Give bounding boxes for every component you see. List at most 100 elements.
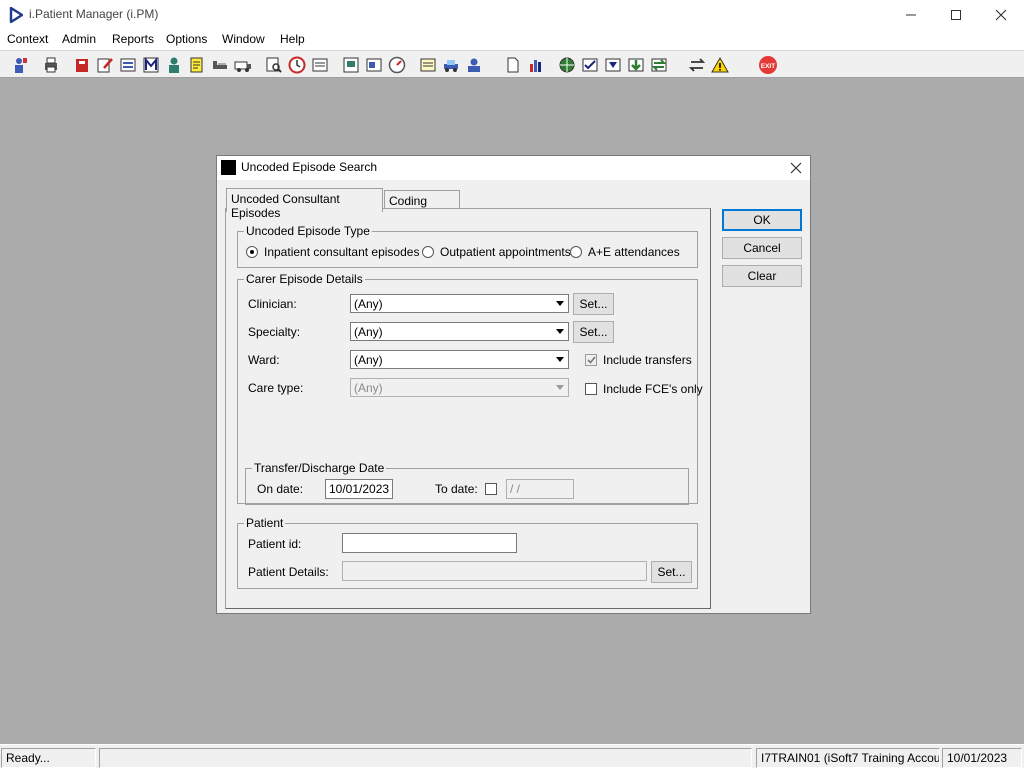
carer-episode-group: Carer Episode Details Clinician: (Any) S… xyxy=(237,272,703,505)
globe-icon xyxy=(559,57,575,73)
radio-outpatient[interactable]: Outpatient appointments xyxy=(422,245,571,259)
radio-ae-label: A+E attendances xyxy=(588,245,680,259)
tab-uncoded-consultant-episodes[interactable]: Uncoded Consultant Episodes xyxy=(226,188,383,220)
include-fce-checkbox[interactable]: Include FCE's only xyxy=(585,382,703,396)
svg-text:EXIT: EXIT xyxy=(761,63,775,70)
checkbox-indicator xyxy=(485,483,497,495)
clear-button[interactable]: Clear xyxy=(722,265,802,287)
toolbar-button[interactable] xyxy=(186,54,208,76)
minimize-button[interactable] xyxy=(888,0,934,30)
bed-icon xyxy=(213,61,227,69)
cancel-button[interactable]: Cancel xyxy=(722,237,802,259)
dialog-titlebar: Uncoded Episode Search xyxy=(217,156,810,180)
patient-set-button[interactable]: Set... xyxy=(651,561,692,583)
tab-panel: Uncoded Episode Type Inpatient consultan… xyxy=(225,208,711,609)
exit-button[interactable]: EXIT xyxy=(757,54,779,76)
episode-type-legend: Uncoded Episode Type xyxy=(244,224,372,238)
clinician-set-button[interactable]: Set... xyxy=(573,293,614,315)
maximize-icon xyxy=(951,10,961,20)
toolbar-button[interactable] xyxy=(263,54,285,76)
toolbar-button[interactable] xyxy=(232,54,254,76)
clinician-combo[interactable]: (Any) xyxy=(350,294,569,313)
swap-icon xyxy=(688,58,706,72)
ward-label: Ward: xyxy=(248,353,280,367)
toolbar-button[interactable] xyxy=(40,54,62,76)
toolbar-button[interactable] xyxy=(602,54,624,76)
chevron-down-icon[interactable] xyxy=(551,379,568,396)
uncoded-episode-search-dialog: Uncoded Episode Search Uncoded Consultan… xyxy=(216,155,811,614)
clinician-label: Clinician: xyxy=(248,297,297,311)
to-date-checkbox[interactable] xyxy=(485,483,503,495)
toolbar-button[interactable] xyxy=(163,54,185,76)
menu-context[interactable]: Context xyxy=(7,32,48,46)
menu-window[interactable]: Window xyxy=(222,32,265,46)
chevron-down-icon[interactable] xyxy=(551,295,568,312)
toolbar-button[interactable] xyxy=(625,54,647,76)
menu-help[interactable]: Help xyxy=(280,32,305,46)
ward-value: (Any) xyxy=(354,353,383,367)
to-date-field[interactable]: / / xyxy=(506,479,574,499)
toolbar-button[interactable] xyxy=(71,54,93,76)
app-logo-icon xyxy=(9,7,23,23)
status-date: 10/01/2023 xyxy=(942,748,1022,768)
chevron-down-icon[interactable] xyxy=(551,323,568,340)
menu-options[interactable]: Options xyxy=(166,32,207,46)
toolbar-button[interactable] xyxy=(417,54,439,76)
toolbar: EXIT xyxy=(0,50,1024,78)
chevron-down-icon[interactable] xyxy=(551,351,568,368)
toolbar-button[interactable] xyxy=(340,54,362,76)
radio-inpatient[interactable]: Inpatient consultant episodes xyxy=(246,245,419,259)
toolbar-button[interactable] xyxy=(525,54,547,76)
toolbar-button[interactable] xyxy=(648,54,670,76)
toolbar-button[interactable] xyxy=(709,54,731,76)
toolbar-button[interactable] xyxy=(463,54,485,76)
include-transfers-checkbox[interactable]: Include transfers xyxy=(585,353,692,367)
edit-record-icon xyxy=(97,58,113,73)
specialty-set-button[interactable]: Set... xyxy=(573,321,614,343)
filter-icon xyxy=(605,58,621,72)
close-icon[interactable] xyxy=(788,160,804,176)
to-date-label: To date: xyxy=(435,482,478,496)
toolbar-button[interactable] xyxy=(309,54,331,76)
checkbox-indicator xyxy=(585,383,597,395)
toolbar-button[interactable] xyxy=(209,54,231,76)
toolbar-button[interactable] xyxy=(579,54,601,76)
green-down-icon xyxy=(628,58,644,72)
maximize-button[interactable] xyxy=(933,0,979,30)
carer-episode-legend: Carer Episode Details xyxy=(244,272,365,286)
on-date-label: On date: xyxy=(257,482,304,496)
caretype-combo[interactable]: (Any) xyxy=(350,378,569,397)
close-icon xyxy=(995,9,1007,21)
window-titlebar: i.Patient Manager (i.PM) xyxy=(0,0,1024,30)
toolbar-button[interactable] xyxy=(363,54,385,76)
toolbar-button[interactable] xyxy=(140,54,162,76)
toolbar-button[interactable] xyxy=(117,54,139,76)
toolbar-button[interactable] xyxy=(286,54,308,76)
toolbar-button[interactable] xyxy=(9,54,31,76)
menu-reports[interactable]: Reports xyxy=(112,32,154,46)
ward-combo[interactable]: (Any) xyxy=(350,350,569,369)
specialty-combo[interactable]: (Any) xyxy=(350,322,569,341)
minimize-icon xyxy=(906,14,916,16)
close-button[interactable] xyxy=(978,0,1024,30)
dialog-window-icon xyxy=(221,160,236,175)
ok-button[interactable]: OK xyxy=(722,209,802,231)
clinician-value: (Any) xyxy=(354,297,383,311)
toolbar-button[interactable] xyxy=(386,54,408,76)
toolbar-button[interactable] xyxy=(440,54,462,76)
toolbar-button[interactable] xyxy=(94,54,116,76)
menu-admin[interactable]: Admin xyxy=(62,32,96,46)
exit-icon: EXIT xyxy=(759,56,777,74)
patient-id-field[interactable] xyxy=(342,533,517,553)
toolbar-button[interactable] xyxy=(502,54,524,76)
toolbar-button[interactable] xyxy=(556,54,578,76)
radio-ae[interactable]: A+E attendances xyxy=(570,245,680,259)
patient-group: Patient Patient id: Patient Details: Set… xyxy=(237,516,698,589)
notes-icon xyxy=(190,57,203,73)
caretype-value: (Any) xyxy=(354,381,383,395)
document-icon xyxy=(507,57,519,73)
toolbar-button[interactable] xyxy=(686,54,708,76)
doctor-icon xyxy=(169,57,179,73)
on-date-field[interactable]: 10/01/2023 xyxy=(325,479,393,499)
status-empty-panel xyxy=(99,748,752,768)
